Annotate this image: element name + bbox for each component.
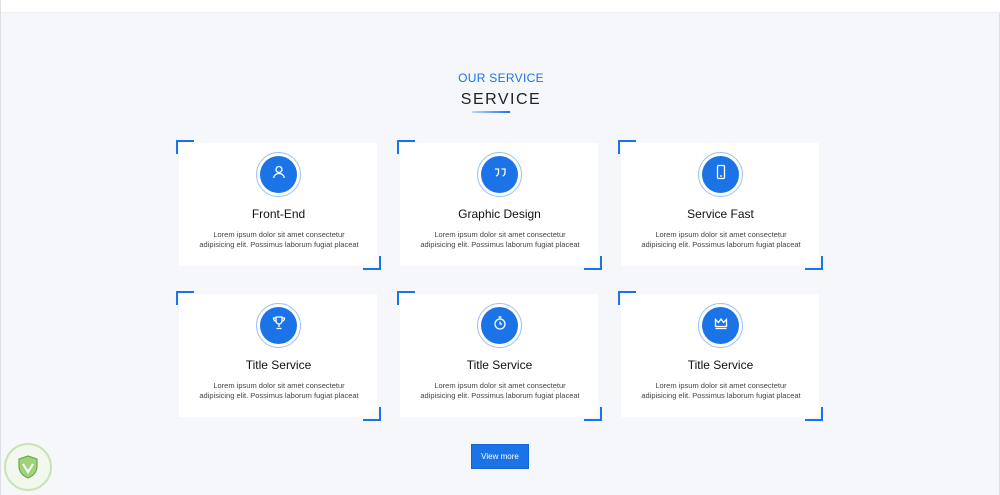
page: OUR SERVICE SERVICE Front-End Lorem ipsu… bbox=[0, 0, 1000, 495]
card-description: Lorem ipsum dolor sit amet consectetur a… bbox=[199, 381, 359, 400]
section-title: SERVICE bbox=[460, 91, 542, 108]
card-title: Front-End bbox=[251, 207, 306, 221]
stopwatch-icon bbox=[492, 315, 508, 336]
icon-badge bbox=[477, 303, 522, 348]
service-card[interactable]: Title Service Lorem ipsum dolor sit amet… bbox=[176, 291, 381, 421]
card-title: Title Service bbox=[245, 358, 312, 372]
icon-badge bbox=[698, 303, 743, 348]
corner-accent-bottom-right bbox=[363, 256, 381, 270]
corner-accent-bottom-right bbox=[805, 256, 823, 270]
corner-accent-bottom-right bbox=[363, 407, 381, 421]
section-eyebrow: OUR SERVICE bbox=[458, 71, 544, 85]
title-underline bbox=[472, 111, 510, 113]
corner-accent-bottom-right bbox=[584, 407, 602, 421]
top-bar bbox=[1, 0, 1000, 13]
card-title: Title Service bbox=[687, 358, 754, 372]
icon-badge bbox=[477, 152, 522, 197]
card-description: Lorem ipsum dolor sit amet consectetur a… bbox=[420, 381, 580, 400]
service-card[interactable]: Title Service Lorem ipsum dolor sit amet… bbox=[397, 291, 602, 421]
quote-icon bbox=[492, 164, 508, 185]
icon-badge bbox=[256, 303, 301, 348]
service-card[interactable]: Service Fast Lorem ipsum dolor sit amet … bbox=[618, 140, 823, 270]
card-title: Title Service bbox=[466, 358, 533, 372]
user-icon bbox=[271, 164, 287, 185]
shield-logo-icon bbox=[4, 443, 52, 491]
card-description: Lorem ipsum dolor sit amet consectetur a… bbox=[641, 230, 801, 249]
icon-badge bbox=[698, 152, 743, 197]
card-description: Lorem ipsum dolor sit amet consectetur a… bbox=[199, 230, 359, 249]
card-description: Lorem ipsum dolor sit amet consectetur a… bbox=[420, 230, 580, 249]
service-grid: Front-End Lorem ipsum dolor sit amet con… bbox=[176, 140, 823, 421]
icon-badge bbox=[256, 152, 301, 197]
service-card[interactable]: Title Service Lorem ipsum dolor sit amet… bbox=[618, 291, 823, 421]
card-title: Service Fast bbox=[687, 207, 754, 221]
corner-accent-bottom-right bbox=[805, 407, 823, 421]
service-card[interactable]: Front-End Lorem ipsum dolor sit amet con… bbox=[176, 140, 381, 270]
mobile-icon bbox=[713, 164, 729, 185]
card-title: Graphic Design bbox=[458, 207, 541, 221]
corner-accent-bottom-right bbox=[584, 256, 602, 270]
card-description: Lorem ipsum dolor sit amet consectetur a… bbox=[641, 381, 801, 400]
view-more-button[interactable]: View more bbox=[471, 444, 529, 469]
crown-icon bbox=[713, 315, 729, 336]
service-card[interactable]: Graphic Design Lorem ipsum dolor sit ame… bbox=[397, 140, 602, 270]
trophy-icon bbox=[271, 315, 287, 336]
